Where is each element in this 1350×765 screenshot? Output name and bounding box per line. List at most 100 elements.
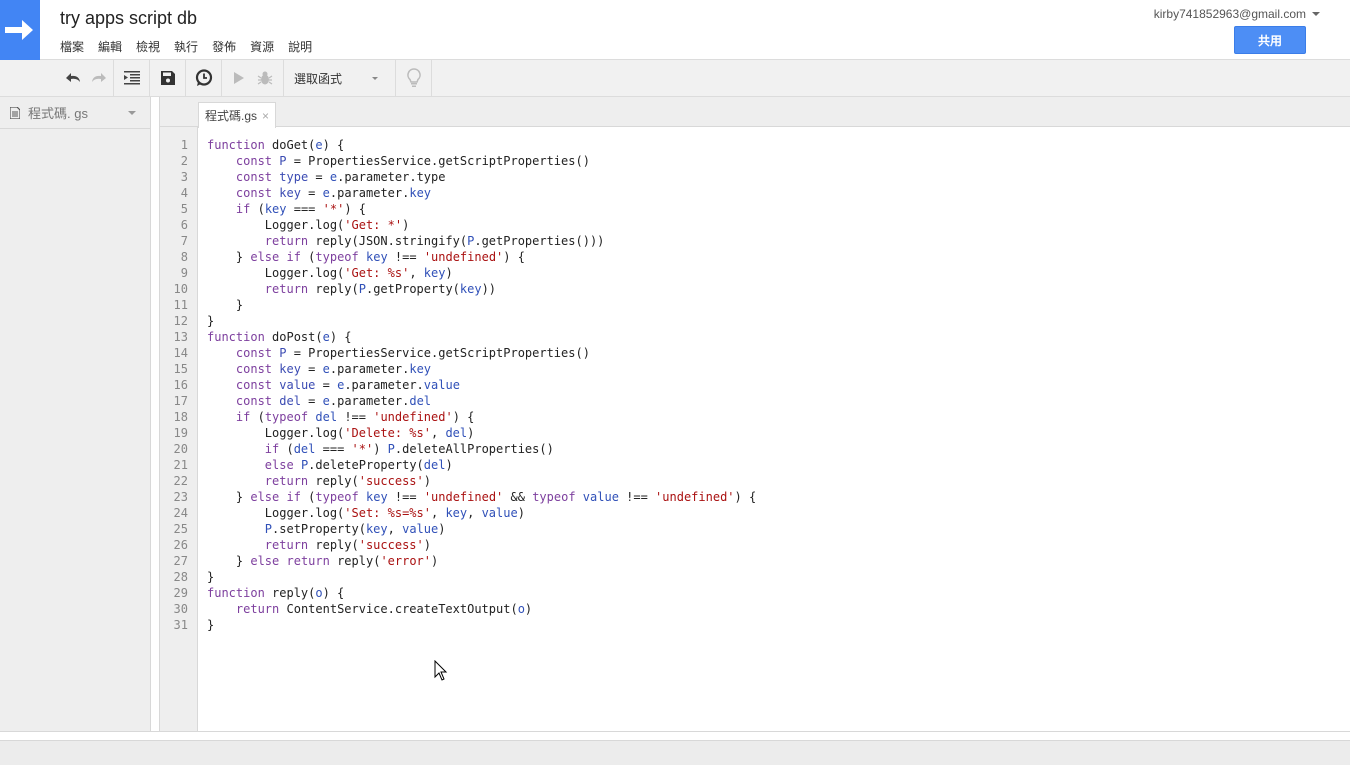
line-number: 17 bbox=[173, 394, 188, 408]
function-select-value: 選取函式 bbox=[294, 71, 343, 86]
code-line[interactable]: if (typeof del !== 'undefined') { bbox=[207, 409, 756, 425]
code-line[interactable]: const P = PropertiesService.getScriptPro… bbox=[207, 345, 756, 361]
line-number: 26 bbox=[173, 538, 188, 552]
chevron-down-icon bbox=[1312, 12, 1320, 16]
line-number: 8 bbox=[180, 250, 188, 264]
line-number: 3 bbox=[180, 170, 188, 184]
line-number: 23 bbox=[173, 490, 188, 504]
menu-help[interactable]: 說明 bbox=[288, 38, 312, 55]
code-line[interactable]: return reply('success') bbox=[207, 537, 756, 553]
file-menu-chevron-icon[interactable] bbox=[128, 110, 136, 115]
tab-code-gs[interactable]: 程式碼.gs × bbox=[198, 102, 277, 128]
editor-bottom-border bbox=[0, 731, 1350, 740]
line-number: 30 bbox=[173, 602, 188, 616]
chevron-down-icon bbox=[372, 76, 378, 80]
line-number: 4 bbox=[180, 186, 188, 200]
code-line[interactable]: const type = e.parameter.type bbox=[207, 169, 756, 185]
code-line[interactable]: } bbox=[207, 569, 756, 585]
redo-icon[interactable] bbox=[86, 65, 112, 91]
code-line[interactable]: function reply(o) { bbox=[207, 585, 756, 601]
line-number: 5 bbox=[180, 202, 188, 216]
menu-resources[interactable]: 資源 bbox=[250, 38, 274, 55]
line-number: 22 bbox=[173, 474, 188, 488]
code-line[interactable]: const key = e.parameter.key bbox=[207, 361, 756, 377]
code-line[interactable]: } bbox=[207, 297, 756, 313]
header: try apps script db 檔案 編輯 檢視 執行 發佈 資源 說明 … bbox=[0, 0, 1350, 60]
menu-run[interactable]: 執行 bbox=[174, 38, 198, 55]
editor-area: 程式碼.gs × 1 2 3 4 5 6 7 8 9 10 11 12 13 14 15 16 17 18 19 20… bbox=[159, 97, 1350, 731]
account-switcher[interactable]: kirby741852963@gmail.com bbox=[1154, 7, 1320, 21]
menu-edit[interactable]: 編輯 bbox=[98, 38, 122, 55]
line-number: 31 bbox=[173, 618, 188, 632]
indent-icon[interactable] bbox=[119, 65, 145, 91]
function-select[interactable]: 選取函式 bbox=[284, 70, 384, 87]
share-button[interactable]: 共用 bbox=[1234, 26, 1306, 54]
project-title[interactable]: try apps script db bbox=[60, 8, 197, 29]
arrow-right-icon bbox=[5, 20, 33, 40]
debug-bug-icon[interactable] bbox=[252, 65, 278, 91]
code-line[interactable]: function doGet(e) { bbox=[207, 137, 756, 153]
code-line[interactable]: if (del === '*') P.deleteAllProperties() bbox=[207, 441, 756, 457]
file-sidebar: 程式碼. gs bbox=[0, 97, 151, 731]
tab-bar: 程式碼.gs × bbox=[160, 97, 1350, 128]
code-line[interactable]: return ContentService.createTextOutput(o… bbox=[207, 601, 756, 617]
line-number: 6 bbox=[180, 218, 188, 232]
line-number: 29 bbox=[173, 586, 188, 600]
line-number: 1 bbox=[180, 138, 188, 152]
code-line[interactable]: } bbox=[207, 617, 756, 633]
apps-script-logo[interactable] bbox=[0, 0, 40, 60]
line-number: 16 bbox=[173, 378, 188, 392]
line-number: 21 bbox=[173, 458, 188, 472]
menu-view[interactable]: 檢視 bbox=[136, 38, 160, 55]
code-line[interactable]: P.setProperty(key, value) bbox=[207, 521, 756, 537]
code-line[interactable]: Logger.log('Get: %s', key) bbox=[207, 265, 756, 281]
code-line[interactable]: const value = e.parameter.value bbox=[207, 377, 756, 393]
close-icon[interactable]: × bbox=[262, 109, 269, 123]
code-line[interactable]: } else if (typeof key !== 'undefined' &&… bbox=[207, 489, 756, 505]
file-name: 程式碼. gs bbox=[28, 106, 88, 121]
code-line[interactable]: else P.deleteProperty(del) bbox=[207, 457, 756, 473]
line-number: 19 bbox=[173, 426, 188, 440]
line-number: 15 bbox=[173, 362, 188, 376]
line-number: 18 bbox=[173, 410, 188, 424]
code-line[interactable]: return reply(JSON.stringify(P.getPropert… bbox=[207, 233, 756, 249]
code-line[interactable]: const del = e.parameter.del bbox=[207, 393, 756, 409]
lightbulb-icon[interactable] bbox=[401, 65, 427, 91]
code-line[interactable]: Logger.log('Delete: %s', del) bbox=[207, 425, 756, 441]
line-number-gutter: 1 2 3 4 5 6 7 8 9 10 11 12 13 14 15 16 17 18 19 20 21 22 23 24 2… bbox=[160, 127, 198, 731]
menu-publish[interactable]: 發佈 bbox=[212, 38, 236, 55]
account-email: kirby741852963@gmail.com bbox=[1153, 7, 1306, 21]
code-line[interactable]: } else return reply('error') bbox=[207, 553, 756, 569]
save-icon[interactable] bbox=[155, 65, 181, 91]
mouse-cursor-icon bbox=[434, 659, 448, 687]
code-line[interactable]: const P = PropertiesService.getScriptPro… bbox=[207, 153, 756, 169]
menu-bar: 檔案 編輯 檢視 執行 發佈 資源 說明 bbox=[60, 38, 326, 55]
line-number: 14 bbox=[173, 346, 188, 360]
undo-icon[interactable] bbox=[60, 65, 86, 91]
line-number: 11 bbox=[173, 298, 188, 312]
code-line[interactable]: function doPost(e) { bbox=[207, 329, 756, 345]
status-bar bbox=[0, 740, 1350, 765]
code-line[interactable]: const key = e.parameter.key bbox=[207, 185, 756, 201]
tab-label: 程式碼.gs bbox=[205, 109, 258, 123]
sidebar-resizer[interactable] bbox=[151, 97, 159, 731]
code-line[interactable]: return reply(P.getProperty(key)) bbox=[207, 281, 756, 297]
code-editor[interactable]: function doGet(e) { const P = Properties… bbox=[207, 137, 756, 633]
line-number: 2 bbox=[180, 154, 188, 168]
code-line[interactable]: } bbox=[207, 313, 756, 329]
toolbar: 選取函式 bbox=[0, 60, 1350, 97]
line-number: 28 bbox=[173, 570, 188, 584]
code-line[interactable]: if (key === '*') { bbox=[207, 201, 756, 217]
code-line[interactable]: return reply('success') bbox=[207, 473, 756, 489]
triggers-clock-icon[interactable] bbox=[191, 65, 217, 91]
file-list-item[interactable]: 程式碼. gs bbox=[0, 97, 150, 129]
code-line[interactable]: Logger.log('Get: *') bbox=[207, 217, 756, 233]
line-number: 9 bbox=[180, 266, 188, 280]
line-number: 7 bbox=[180, 234, 188, 248]
code-line[interactable]: } else if (typeof key !== 'undefined') { bbox=[207, 249, 756, 265]
run-icon[interactable] bbox=[226, 65, 252, 91]
code-line[interactable]: Logger.log('Set: %s=%s', key, value) bbox=[207, 505, 756, 521]
menu-file[interactable]: 檔案 bbox=[60, 38, 84, 55]
line-number: 10 bbox=[173, 282, 188, 296]
line-number: 25 bbox=[173, 522, 188, 536]
